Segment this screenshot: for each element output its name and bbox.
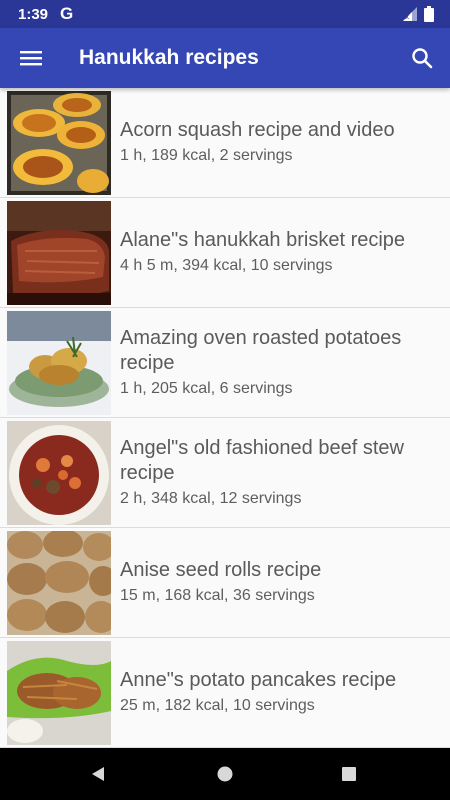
list-item[interactable]: Acorn squash recipe and video 1 h, 189 k… <box>0 88 450 198</box>
svg-text:x: x <box>405 13 409 21</box>
list-item[interactable]: Anise seed rolls recipe 15 m, 168 kcal, … <box>0 528 450 638</box>
search-icon[interactable] <box>394 28 450 88</box>
recipe-text: Acorn squash recipe and video 1 h, 189 k… <box>120 118 440 167</box>
recipe-thumbnail <box>7 90 111 195</box>
list-item[interactable]: Anne"s potato pancakes recipe 25 m, 182 … <box>0 638 450 748</box>
google-icon: G <box>60 4 74 23</box>
recipe-thumbnail <box>7 310 111 415</box>
recipe-text: Anne"s potato pancakes recipe 25 m, 182 … <box>120 668 440 717</box>
recipe-text: Angel"s old fashioned beef stew recipe 2… <box>120 436 440 510</box>
recipe-text: Amazing oven roasted potatoes recipe 1 h… <box>120 326 440 400</box>
recipe-text: Alane"s hanukkah brisket recipe 4 h 5 m,… <box>120 228 440 277</box>
recipe-thumbnail <box>7 530 111 635</box>
status-time: 1:39 <box>18 5 49 23</box>
battery-icon <box>424 6 434 22</box>
recipe-thumbnail <box>7 420 111 525</box>
recipe-meta: 1 h, 189 kcal, 2 servings <box>120 147 293 164</box>
recipe-meta: 4 h 5 m, 394 kcal, 10 servings <box>120 257 333 274</box>
recipe-meta: 25 m, 182 kcal, 10 servings <box>120 697 315 714</box>
recipe-meta: 2 h, 348 kcal, 12 servings <box>120 489 302 507</box>
list-item[interactable]: Alane"s hanukkah brisket recipe 4 h 5 m,… <box>0 198 450 308</box>
app-bar: Hanukkah recipes <box>0 28 450 88</box>
recipe-text: Anise seed rolls recipe 15 m, 168 kcal, … <box>120 558 440 607</box>
recipe-title: Amazing oven roasted potatoes recipe <box>120 326 402 374</box>
back-icon[interactable] <box>68 748 128 800</box>
recents-icon[interactable] <box>319 748 379 800</box>
list-item[interactable]: Angel"s old fashioned beef stew recipe 2… <box>0 418 450 528</box>
recipe-title: Anise seed rolls recipe <box>120 559 322 581</box>
recipe-thumbnail <box>7 640 111 745</box>
recipe-thumbnail <box>7 200 111 305</box>
recipe-title: Alane"s hanukkah brisket recipe <box>120 229 406 251</box>
system-nav-bar <box>0 748 450 800</box>
list-item[interactable]: Amazing oven roasted potatoes recipe 1 h… <box>0 308 450 418</box>
home-icon[interactable] <box>195 748 255 800</box>
signal-icon: x <box>402 6 418 22</box>
recipe-title: Acorn squash recipe and video <box>120 119 395 141</box>
recipe-meta: 15 m, 168 kcal, 36 servings <box>120 587 315 604</box>
recipe-list[interactable]: Acorn squash recipe and video 1 h, 189 k… <box>0 88 450 748</box>
status-icons: x <box>402 6 434 22</box>
recipe-meta: 1 h, 205 kcal, 6 servings <box>120 379 293 397</box>
recipe-title: Angel"s old fashioned beef stew recipe <box>120 436 404 484</box>
status-bar: 1:39 G x <box>0 0 450 28</box>
page-title: Hanukkah recipes <box>79 46 259 69</box>
recipe-title: Anne"s potato pancakes recipe <box>120 669 397 691</box>
hamburger-menu-icon[interactable] <box>0 28 62 88</box>
